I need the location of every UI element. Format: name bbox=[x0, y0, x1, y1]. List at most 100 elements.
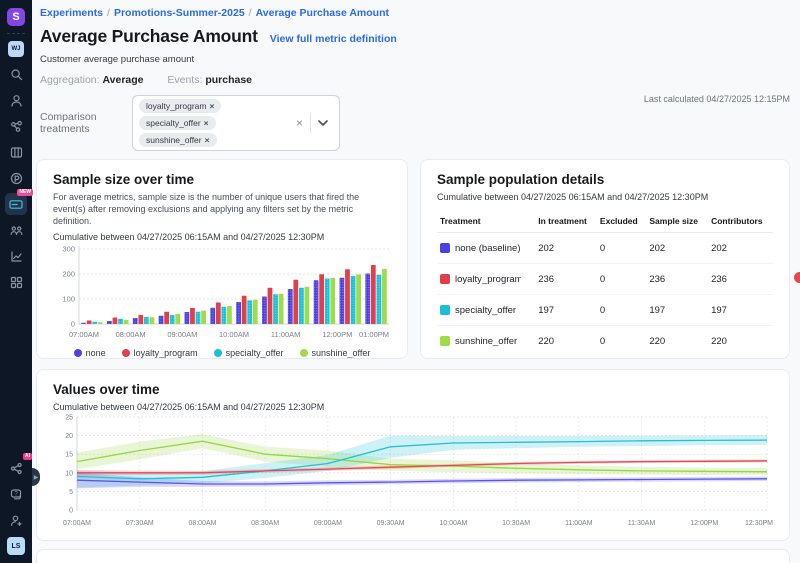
sample-size-range: Cumulative between 04/27/2025 06:15AM an… bbox=[53, 232, 391, 242]
svg-text:0: 0 bbox=[71, 320, 75, 329]
search-icon[interactable] bbox=[5, 63, 27, 85]
svg-text:10:00AM: 10:00AM bbox=[219, 330, 249, 339]
treatment-color-swatch bbox=[440, 336, 450, 346]
sample-population-card: Sample population details Cumulative bet… bbox=[420, 159, 790, 359]
svg-text:08:00AM: 08:00AM bbox=[116, 330, 146, 339]
events-value: purchase bbox=[205, 74, 252, 86]
svg-text:07:00AM: 07:00AM bbox=[69, 330, 99, 339]
experiments-icon-active[interactable]: NEW bbox=[5, 193, 27, 215]
svg-text:07:00AM: 07:00AM bbox=[63, 520, 91, 527]
aggregation-value: Average bbox=[102, 74, 143, 86]
legend-sunshine-offer[interactable]: sunshine_offer bbox=[300, 348, 371, 358]
users-icon[interactable] bbox=[5, 89, 27, 111]
remove-chip-icon[interactable]: × bbox=[204, 118, 209, 128]
card-title: Sample population details bbox=[437, 172, 773, 187]
last-calculated: Last calculated 04/27/2025 12:15PM bbox=[644, 94, 790, 104]
view-metric-definition-link[interactable]: View full metric definition bbox=[270, 33, 397, 45]
sample-size-description: For average metrics, sample size is the … bbox=[53, 191, 391, 227]
table-row: specialty_offer 197 0 197 197 bbox=[437, 295, 773, 326]
sample-size-card: Sample size over time For average metric… bbox=[36, 159, 408, 359]
comparison-treatments-label: Comparison treatments bbox=[40, 111, 132, 135]
breadcrumb-experiment-name[interactable]: Promotions-Summer-2025 bbox=[114, 7, 245, 19]
segments-icon[interactable] bbox=[5, 115, 27, 137]
main-content: Experiments/Promotions-Summer-2025/Avera… bbox=[32, 0, 800, 563]
svg-text:0: 0 bbox=[69, 508, 73, 515]
svg-text:01:00PM: 01:00PM bbox=[359, 330, 389, 339]
sidebar-divider bbox=[7, 33, 25, 34]
svg-text:08:00AM: 08:00AM bbox=[188, 520, 216, 527]
population-range: Cumulative between 04/27/2025 06:15AM an… bbox=[437, 192, 773, 202]
table-row: none (baseline) 202 0 202 202 bbox=[437, 233, 773, 264]
svg-text:10:30AM: 10:30AM bbox=[502, 520, 530, 527]
treatment-color-swatch bbox=[440, 274, 450, 284]
metric-dispersion-card: Metric dispersion Cumulative between 04/… bbox=[36, 549, 790, 563]
clear-selection-icon[interactable]: × bbox=[289, 116, 310, 130]
pulse-p-icon[interactable] bbox=[5, 167, 27, 189]
dropdown-chevron-icon[interactable] bbox=[311, 120, 335, 126]
statsig-logo-icon[interactable]: S bbox=[7, 8, 25, 26]
events-label: Events: bbox=[167, 74, 202, 86]
svg-text:09:00AM: 09:00AM bbox=[167, 330, 197, 339]
table-row: loyalty_program 236 0 236 236 bbox=[437, 264, 773, 295]
svg-text:100: 100 bbox=[62, 295, 75, 304]
treatment-color-swatch bbox=[440, 243, 450, 253]
breadcrumb-experiments[interactable]: Experiments bbox=[40, 7, 103, 19]
values-line-chart: 051015202507:00AM07:30AM08:00AM08:30AM09… bbox=[53, 412, 775, 528]
svg-text:10:00AM: 10:00AM bbox=[439, 520, 467, 527]
metric-meta: Aggregation: Average Events: purchase bbox=[40, 74, 790, 86]
remove-chip-icon[interactable]: × bbox=[209, 101, 214, 111]
edge-notification-dot[interactable] bbox=[794, 272, 800, 283]
chart-legend: none loyalty_program specialty_offer sun… bbox=[53, 348, 391, 358]
svg-text:20: 20 bbox=[65, 433, 73, 440]
svg-text:07:30AM: 07:30AM bbox=[126, 520, 154, 527]
treatment-color-swatch bbox=[440, 305, 450, 315]
sidebar: S WJ NEW AI ? LS bbox=[0, 0, 32, 563]
treatment-chips: loyalty_program× specialty_offer× sunshi… bbox=[139, 99, 289, 147]
svg-text:300: 300 bbox=[62, 245, 75, 254]
chip-sunshine-offer[interactable]: sunshine_offer× bbox=[139, 133, 217, 147]
svg-text:12:30PM: 12:30PM bbox=[745, 520, 773, 527]
dashboard-grid-icon[interactable] bbox=[5, 271, 27, 293]
card-title: Values over time bbox=[53, 382, 773, 397]
svg-text:08:30AM: 08:30AM bbox=[251, 520, 279, 527]
page-title: Average Purchase Amount bbox=[40, 26, 258, 47]
svg-text:11:30AM: 11:30AM bbox=[628, 520, 656, 527]
chip-loyalty-program[interactable]: loyalty_program× bbox=[139, 99, 221, 113]
audiences-icon[interactable] bbox=[5, 219, 27, 241]
ai-badge: AI bbox=[23, 453, 32, 460]
new-badge: NEW bbox=[17, 189, 33, 196]
svg-text:12:00PM: 12:00PM bbox=[690, 520, 718, 527]
legend-specialty-offer[interactable]: specialty_offer bbox=[214, 348, 284, 358]
columns-icon[interactable] bbox=[5, 141, 27, 163]
chip-specialty-offer[interactable]: specialty_offer× bbox=[139, 116, 216, 130]
svg-text:12:00PM: 12:00PM bbox=[322, 330, 352, 339]
breadcrumb-metric-name[interactable]: Average Purchase Amount bbox=[256, 7, 389, 19]
table-row: sunshine_offer 220 0 220 220 bbox=[437, 326, 773, 357]
user-avatar[interactable]: LS bbox=[7, 537, 25, 555]
ai-share-icon[interactable]: AI bbox=[5, 457, 27, 479]
legend-loyalty-program[interactable]: loyalty_program bbox=[122, 348, 198, 358]
svg-text:11:00AM: 11:00AM bbox=[271, 330, 300, 339]
invite-user-icon[interactable] bbox=[5, 509, 27, 531]
breadcrumb: Experiments/Promotions-Summer-2025/Avera… bbox=[40, 7, 790, 19]
svg-text:200: 200 bbox=[62, 270, 75, 279]
help-icon[interactable]: ? bbox=[5, 483, 27, 505]
metric-subtitle: Customer average purchase amount bbox=[40, 54, 790, 65]
svg-text:25: 25 bbox=[65, 415, 73, 422]
svg-text:10: 10 bbox=[65, 470, 73, 477]
values-range: Cumulative between 04/27/2025 06:15AM an… bbox=[53, 402, 773, 412]
legend-none[interactable]: none bbox=[74, 348, 106, 358]
values-over-time-card: Values over time Cumulative between 04/2… bbox=[36, 369, 790, 541]
svg-text:09:00AM: 09:00AM bbox=[314, 520, 342, 527]
svg-text:5: 5 bbox=[69, 489, 73, 496]
page-header: Experiments/Promotions-Summer-2025/Avera… bbox=[32, 0, 800, 151]
workspace-avatar[interactable]: WJ bbox=[8, 41, 24, 57]
card-title: Sample size over time bbox=[53, 172, 391, 187]
svg-text:11:00AM: 11:00AM bbox=[565, 520, 593, 527]
svg-text:09:30AM: 09:30AM bbox=[377, 520, 405, 527]
metrics-chart-icon[interactable] bbox=[5, 245, 27, 267]
treatments-select[interactable]: loyalty_program× specialty_offer× sunshi… bbox=[132, 95, 340, 151]
remove-chip-icon[interactable]: × bbox=[205, 135, 210, 145]
aggregation-label: Aggregation: bbox=[40, 74, 100, 86]
population-table: Treatment In treatment Excluded Sample s… bbox=[437, 210, 773, 356]
